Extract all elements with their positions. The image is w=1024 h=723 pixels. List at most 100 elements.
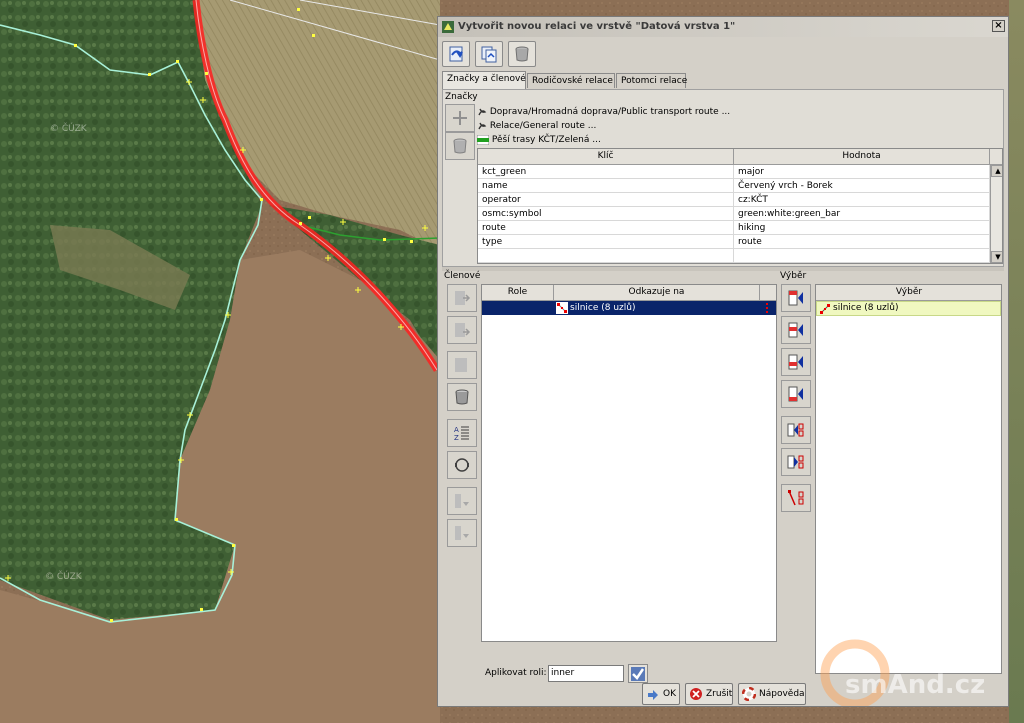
way-icon bbox=[820, 304, 830, 314]
tag-key-cell[interactable]: type bbox=[478, 235, 734, 249]
add-at-start-icon bbox=[788, 290, 803, 306]
ok-button[interactable]: OK bbox=[642, 683, 680, 705]
tag-value-cell[interactable]: major bbox=[734, 165, 990, 179]
tag-key-cell[interactable]: route bbox=[478, 221, 734, 235]
lifebuoy-icon bbox=[742, 687, 756, 701]
tag-key-cell-empty[interactable] bbox=[478, 249, 734, 263]
tag-value-cell-empty[interactable] bbox=[734, 249, 990, 263]
tab-child-relations[interactable]: Potomci relace bbox=[616, 73, 687, 88]
remove-selected-button[interactable] bbox=[781, 416, 811, 444]
help-label: Nápověda bbox=[759, 689, 805, 699]
scroll-down-arrow[interactable]: ▼ bbox=[991, 251, 1002, 263]
brand-watermark-text: smAnd.cz bbox=[845, 670, 986, 700]
selection-label: silnice (8 uzlů) bbox=[833, 303, 899, 313]
tags-panel: Značky Doprava/Hromadná doprava/Public t… bbox=[442, 89, 1004, 267]
preset-link-general-route[interactable]: Relace/General route ... bbox=[477, 119, 596, 133]
tag-table[interactable]: Klíč Hodnota kct_green major name Červen… bbox=[477, 148, 1003, 264]
tab-parent-relations[interactable]: Rodičovské relace bbox=[527, 73, 615, 88]
column-role[interactable]: Role bbox=[482, 285, 554, 301]
svg-text:Z: Z bbox=[454, 434, 459, 442]
cancel-label: Zrušit bbox=[706, 689, 733, 699]
members-panel: Členové AZ Role Odkazuje na silnice (8 u… bbox=[442, 271, 778, 683]
column-corner bbox=[760, 285, 776, 301]
column-selection[interactable]: Výběr bbox=[816, 285, 1001, 301]
ok-label: OK bbox=[663, 689, 676, 699]
members-table[interactable]: Role Odkazuje na silnice (8 uzlů) bbox=[481, 284, 777, 642]
reverse-members-button[interactable] bbox=[447, 451, 477, 479]
tag-value-cell[interactable]: hiking bbox=[734, 221, 990, 235]
apply-button[interactable] bbox=[442, 41, 470, 67]
preset-label: Pěší trasy KČT/Zelená ... bbox=[491, 135, 601, 145]
column-refers-to[interactable]: Odkazuje na bbox=[554, 285, 760, 301]
add-tag-button[interactable] bbox=[445, 104, 475, 132]
dialog-titlebar[interactable]: Vytvořit novou relaci ve vrstvě "Datová … bbox=[438, 17, 1008, 37]
tag-value-cell[interactable]: route bbox=[734, 235, 990, 249]
member-role[interactable] bbox=[486, 302, 550, 314]
add-selected-at-end-button[interactable] bbox=[781, 380, 811, 408]
column-key[interactable]: Klíč bbox=[478, 149, 734, 165]
download-members-button[interactable] bbox=[447, 487, 477, 515]
sort-az-icon: AZ bbox=[454, 426, 469, 442]
tab-tags-and-members[interactable]: Značky a členové bbox=[442, 71, 526, 89]
map-copyright-label-2: © ČÚZK bbox=[45, 572, 82, 582]
move-down-button[interactable] bbox=[447, 316, 477, 344]
selection-panel: Výběr Výběr silnice (8 uzlů) bbox=[778, 271, 1006, 675]
map-copyright-label-1: © ČÚZK bbox=[50, 124, 87, 134]
apply-role-input[interactable]: inner bbox=[548, 665, 624, 682]
duplicate-button[interactable] bbox=[475, 41, 503, 67]
select-in-relation-button[interactable] bbox=[781, 448, 811, 476]
move-up-button[interactable] bbox=[447, 284, 477, 312]
link-indicator-icon bbox=[766, 303, 768, 313]
scroll-up-arrow[interactable]: ▲ bbox=[991, 165, 1002, 177]
route-icon bbox=[478, 122, 487, 129]
edit-icon bbox=[455, 358, 467, 372]
edit-member-button[interactable] bbox=[447, 351, 477, 379]
help-button[interactable]: Nápověda bbox=[738, 683, 806, 705]
svg-text:A: A bbox=[454, 426, 459, 434]
sort-members-button[interactable]: AZ bbox=[447, 419, 477, 447]
dialog-title: Vytvořit novou relaci ve vrstvě "Datová … bbox=[458, 21, 736, 32]
download-incomplete-button[interactable] bbox=[447, 519, 477, 547]
josm-icon bbox=[442, 21, 454, 33]
tag-key-cell[interactable]: operator bbox=[478, 193, 734, 207]
duplicate-icon bbox=[481, 46, 497, 63]
download-icon bbox=[455, 494, 469, 508]
cancel-icon bbox=[690, 688, 702, 700]
cancel-button[interactable]: Zrušit bbox=[685, 683, 733, 705]
relation-editor-dialog: Vytvořit novou relaci ve vrstvě "Datová … bbox=[437, 16, 1009, 707]
add-after-icon bbox=[788, 354, 803, 370]
map-right-strip bbox=[1009, 0, 1024, 723]
select-icon bbox=[787, 455, 804, 469]
selection-table[interactable]: Výběr silnice (8 uzlů) bbox=[815, 284, 1002, 674]
trash-icon bbox=[455, 389, 469, 405]
tag-value-cell[interactable]: Červený vrch - Borek bbox=[734, 179, 990, 193]
delete-tag-button[interactable] bbox=[445, 132, 475, 160]
preset-link-hiking-green[interactable]: Pěší trasy KČT/Zelená ... bbox=[476, 133, 601, 147]
delete-relation-button[interactable] bbox=[508, 41, 536, 67]
add-selected-after-button[interactable] bbox=[781, 348, 811, 376]
checkmark-icon bbox=[631, 667, 645, 681]
download-incomplete-icon bbox=[455, 526, 469, 540]
member-refers-to[interactable]: silnice (8 uzlů) bbox=[570, 301, 635, 315]
add-selected-at-start-button[interactable] bbox=[781, 284, 811, 312]
preset-link-public-transport[interactable]: Doprava/Hromadná doprava/Public transpor… bbox=[477, 105, 730, 119]
tag-value-cell[interactable]: green:white:green_bar bbox=[734, 207, 990, 221]
tag-table-scrollbar[interactable]: ▲ ▼ bbox=[990, 165, 1002, 263]
tag-key-cell[interactable]: name bbox=[478, 179, 734, 193]
member-row[interactable]: silnice (8 uzlů) bbox=[482, 301, 776, 315]
column-corner bbox=[990, 149, 1002, 165]
tag-key-cell[interactable]: osmc:symbol bbox=[478, 207, 734, 221]
tag-key-cell[interactable]: kct_green bbox=[478, 165, 734, 179]
apply-role-button[interactable] bbox=[628, 664, 648, 683]
close-button[interactable]: × bbox=[992, 20, 1005, 32]
sort-selection-icon bbox=[788, 490, 804, 506]
route-icon bbox=[478, 108, 487, 115]
sort-by-selection-button[interactable] bbox=[781, 484, 811, 512]
add-selected-before-button[interactable] bbox=[781, 316, 811, 344]
preset-label: Relace/General route ... bbox=[489, 121, 597, 131]
selection-row[interactable]: silnice (8 uzlů) bbox=[816, 301, 1001, 316]
preset-label: Doprava/Hromadná doprava/Public transpor… bbox=[489, 107, 731, 117]
delete-member-button[interactable] bbox=[447, 383, 477, 411]
tag-value-cell[interactable]: cz:KČT bbox=[734, 193, 990, 207]
column-value[interactable]: Hodnota bbox=[734, 149, 990, 165]
